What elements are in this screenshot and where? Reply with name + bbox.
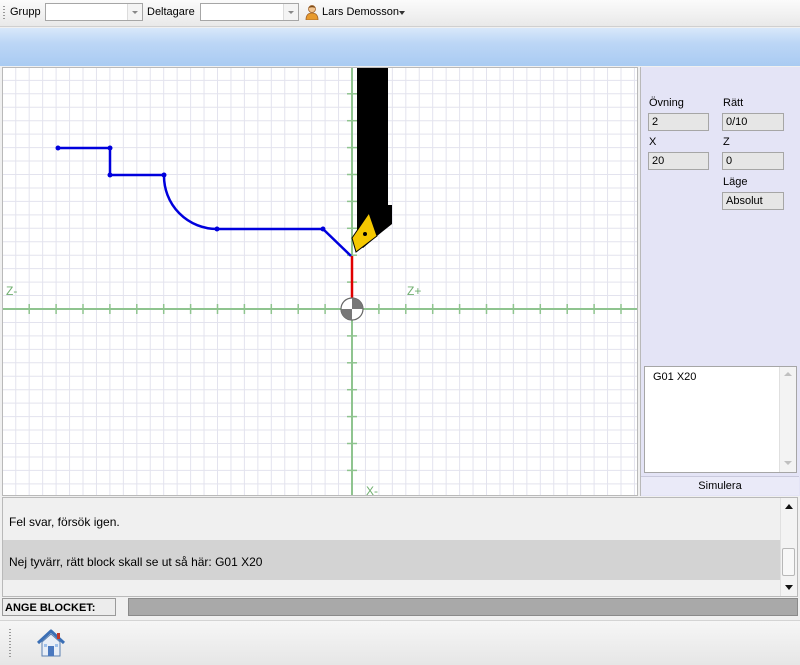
home-icon[interactable] <box>34 627 68 659</box>
lage-field: Absolut <box>722 192 784 210</box>
scroll-up-icon[interactable] <box>784 372 792 376</box>
contour-point <box>161 172 167 178</box>
scroll-down-icon[interactable] <box>785 585 793 590</box>
x-minus-label: X- <box>366 484 378 495</box>
grupp-select[interactable] <box>45 3 143 21</box>
toolbar-grip[interactable] <box>3 6 5 20</box>
deltagare-label: Deltagare <box>147 6 195 18</box>
scroll-up-icon[interactable] <box>785 504 793 509</box>
x-field: 20 <box>648 152 709 170</box>
bottom-toolbar <box>0 620 800 665</box>
ribbon-band <box>0 28 800 66</box>
grupp-label: Grupp <box>10 6 41 18</box>
contour-point <box>320 226 326 232</box>
toolbar-grip[interactable] <box>9 629 11 657</box>
grid-lines <box>3 68 637 495</box>
lage-label: Läge <box>723 176 748 188</box>
right-panel: Övning 2 Rätt 0/10 X 20 Z 0 Läge Absolut… <box>640 67 800 496</box>
ange-blocket-label: ANGE BLOCKET: <box>2 598 116 616</box>
program-code-text: G01 X20 <box>653 371 697 383</box>
chevron-down-icon[interactable] <box>127 4 142 20</box>
z-minus-label: Z- <box>6 284 17 298</box>
z-field: 0 <box>722 152 784 170</box>
z-label: Z <box>723 136 730 148</box>
x-label: X <box>649 136 657 148</box>
user-menu[interactable]: Lars Demosson <box>322 6 399 18</box>
ovning-label: Övning <box>649 97 684 109</box>
chevron-down-icon[interactable] <box>283 4 298 20</box>
lathe-simulation: Z- Z+ X- <box>3 68 637 495</box>
message-line-2: Nej tyvärr, rätt block skall se ut så hä… <box>9 555 263 569</box>
scroll-down-icon[interactable] <box>784 461 792 465</box>
program-code-box[interactable]: G01 X20 <box>644 366 797 473</box>
scrollbar-thumb[interactable] <box>782 548 795 576</box>
code-scrollbar[interactable] <box>779 367 796 472</box>
message-line-1: Fel svar, försök igen. <box>9 515 120 529</box>
ovning-field: 2 <box>648 113 709 131</box>
ratt-field: 0/10 <box>722 113 784 131</box>
origin-marker-icon <box>340 297 364 321</box>
contour-point <box>55 145 61 151</box>
user-icon <box>305 5 319 20</box>
deltagare-select[interactable] <box>200 3 299 21</box>
contour-point <box>107 172 113 178</box>
user-menu-chevron-icon[interactable] <box>399 11 405 15</box>
top-toolbar: Grupp Deltagare Lars Demosson <box>0 0 800 27</box>
insert-screw-icon <box>363 232 367 236</box>
contour-point <box>214 226 220 232</box>
coordinate-axes <box>3 68 637 495</box>
tool-holder <box>357 68 392 248</box>
ratt-label: Rätt <box>723 97 744 109</box>
simulera-button[interactable]: Simulera <box>641 476 799 495</box>
message-scrollbar[interactable] <box>780 498 797 596</box>
block-input[interactable] <box>128 598 798 616</box>
simulation-canvas[interactable]: Z- Z+ X- <box>2 67 638 496</box>
contour-point <box>107 145 113 151</box>
z-plus-label: Z+ <box>407 284 421 298</box>
message-area: Fel svar, försök igen. Nej tyvärr, rätt … <box>2 497 798 597</box>
